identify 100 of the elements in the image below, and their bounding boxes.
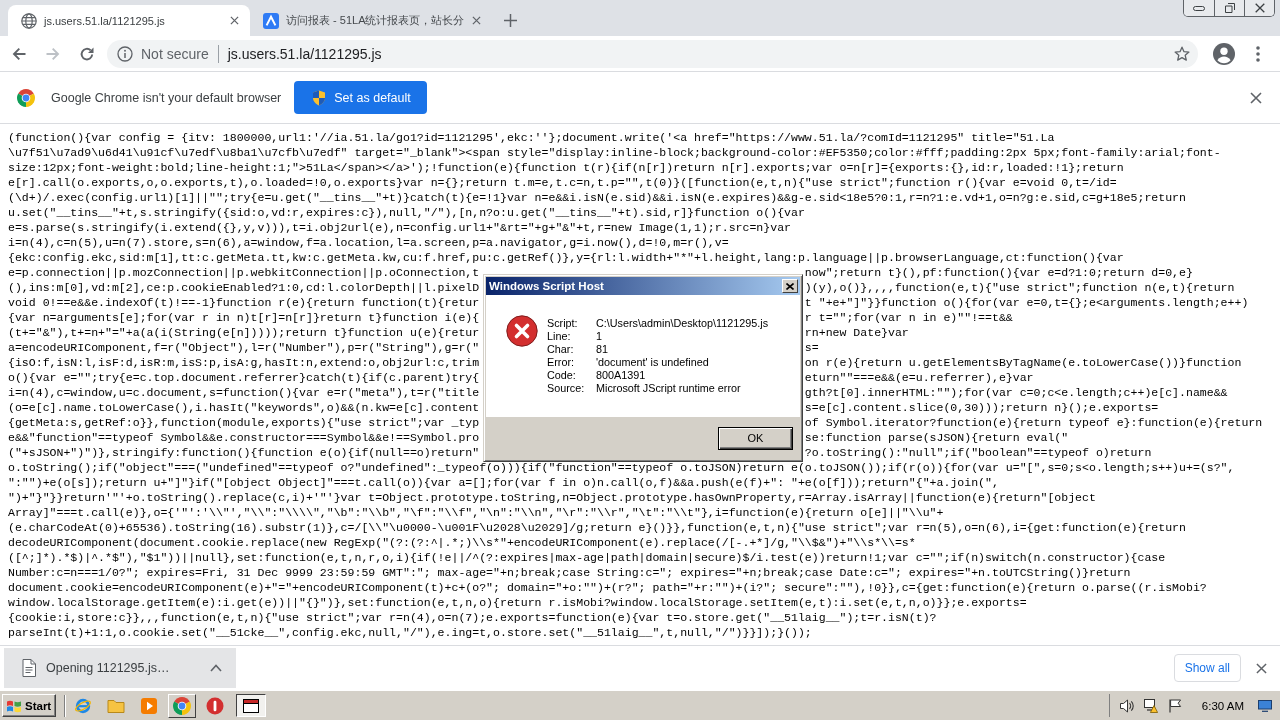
- close-icon: [786, 282, 794, 290]
- field-value: 81: [596, 343, 608, 356]
- monitor-warning-icon[interactable]: [1143, 698, 1158, 713]
- close-icon[interactable]: [230, 16, 239, 25]
- minimize-button[interactable]: [1184, 0, 1214, 16]
- shield-icon: [312, 89, 327, 106]
- window-icon: [243, 698, 260, 713]
- code-line: gth?t[0].innerHTML:"");for(var c=0;c<e.length;c++)e[c].name&&: [804, 385, 1228, 400]
- field-value: C:\Users\admin\Desktop\1121295.js: [596, 317, 769, 330]
- code-line: (t+="&"),t+=n+"="+a(a(i(String(e[n]))));return t}function u(e){retur: [8, 325, 480, 340]
- close-button[interactable]: [1244, 0, 1274, 16]
- field-label: Code:: [547, 369, 576, 382]
- ok-button[interactable]: OK: [718, 426, 793, 450]
- file-icon: [22, 659, 36, 677]
- taskbar-button[interactable]: [236, 694, 267, 717]
- menu-icon[interactable]: [1256, 45, 1260, 62]
- ring-logo-icon: [173, 696, 192, 715]
- code-line: of Symbol.iterator?function(e){return typeof e}:function(e){return: [804, 415, 1263, 430]
- code-line: e[r].call(o.exports,o,o.exports,t),o.loaded=!0,o.exports}var n={};return t.m=e,t.c=n,t.p="",t(0)}([function(e,t,n){"use strict";function r(){var e=void 0,t=/id=: [8, 175, 1117, 190]
- minimize-icon: [1193, 5, 1205, 11]
- close-icon[interactable]: [1256, 662, 1267, 674]
- circle-logo-icon[interactable]: [206, 696, 225, 715]
- code-line: (function(){var config = {itv: 1800000,url1:'//ia.51.la/go1?id=1121295',ekc:''};document.write('<a href="https://www.51.la/?comId=1121295" title="51.La: [8, 130, 1055, 145]
- code-line: {getMeta:s,getRef:o}},function(module,exports){"use strict";var _typ: [8, 415, 480, 430]
- code-line: ")+"}"}}return'"'+o.toString().replace(c,i)+'"'}var t=Object.prototype.toString,n=Object.prototype.hasOwnProperty,r=Array.isArray||function(e){return"[object: [8, 490, 1096, 505]
- field-value: 1: [596, 330, 602, 343]
- close-icon[interactable]: [472, 16, 481, 25]
- code-line: r t="";for(var n in e)""!==t&&: [804, 310, 1013, 325]
- code-line: \u7f51\u7ad9\u6d41\u91cf\u7edf\u8ba1\u7cfb\u7edf" target="_blank"><span style="display:inline-block;background-color:#EF5350;color:#fff;padding:2px 5px;font-family:arial;font-: [8, 145, 1221, 160]
- code-line: a=encodeURIComponent,f=r("Object"),l=r("Number"),p=r("String"),g=r(": [8, 340, 480, 355]
- pennant-icon[interactable]: [1167, 698, 1182, 713]
- download-item[interactable]: Opening 1121295.js…: [4, 648, 236, 688]
- clock: 6:30 AM: [1201, 699, 1244, 712]
- code-line: {cookie:i,store:c}},,,function(e,t,n){"use strict";var r=n(4),o=n(7);e.exports=function(e){var t=o.store.get("__51laig__");t=r.isN(t)?: [8, 610, 937, 625]
- code-line: {ekc:config.ekc,sid:m[1],tt:c.getMeta.tt,kw:c.getMeta.kw,cu:f.href,pu:c.getRef()},y={rl:l.width+"*"+l.height,lang:p.language||p.browserLanguage,ct:function(){var: [8, 250, 1124, 265]
- infobar-message: Google Chrome isn't your default browser: [51, 90, 282, 105]
- field-value: Microsoft JScript runtime error: [596, 382, 741, 395]
- code-line: eturn""===e&&(e=u.referrer),e}var: [804, 370, 1034, 385]
- code-line: parseInt(t)+1:1,o.cookie.set("__51cke__",config.ekc,null,"/"),e.ing=t,o.store.set("__51laig__",t,null,"/")}}]);}());: [8, 625, 812, 640]
- code-line: u.set("__tins__"+t,s.stringify({sid:o,vd:r,expires:c}),null,"/"),[n,n?o:u.get("__tins__"+t).sid,r]}function o(){var: [8, 205, 805, 220]
- arrow-right-icon: [45, 45, 61, 62]
- close-icon[interactable]: [1250, 91, 1262, 104]
- code-line: e&&"function"==typeof Symbol&&e.constructor===Symbol&&e!==Symbol.pro: [8, 430, 480, 445]
- field-label: Source:: [547, 382, 585, 395]
- profile-icon[interactable]: [1212, 41, 1236, 66]
- code-line: rn+new Date}var: [804, 325, 909, 340]
- set-default-button[interactable]: Set as default: [294, 81, 427, 114]
- desktop-icon[interactable]: [1258, 699, 1272, 712]
- url-text: js.users.51.la/1121295.js: [227, 45, 382, 62]
- code-line: (\d+)/.exec(config.url1)[1]||"";try{e=u.get("__tins__"+t)}catch(t){e=!1}var n=e&&i.isN(e.sid)&&i.isN(e.expires)&&g-e.sid<18e5?0:1,r=n?1:e.vd+1,o=n?g:e.sid,c=g+18e5;return: [8, 190, 1186, 205]
- code-line: (o=e[c].name.toLowerCase(),i.hasIt("keywords",o)&&(n.kw=e[c].content: [8, 400, 480, 415]
- field-label: Script:: [547, 317, 578, 330]
- speaker-icon[interactable]: [1119, 698, 1134, 713]
- dialog-title: Windows Script Host: [489, 280, 604, 292]
- reload-icon: [79, 45, 95, 62]
- code-line: (),ins:m[0],vd:m[2],ce:p.cookieEnabled?1:0,cd:l.colorDepth||l.pixelD: [8, 280, 480, 295]
- close-icon: [1254, 3, 1265, 13]
- field-value: 'document' is undefined: [596, 356, 709, 369]
- start-button[interactable]: Start: [2, 694, 57, 717]
- code-line: size:12px;font-weight:bold;line-height:1;">51La</span></a>');!function(e){function t(r){if(n[r])return n[r].exports;var o=n[r]={exports:{},id:r,loaded:!1};return: [8, 160, 1124, 175]
- triangle-logo-icon: [263, 12, 279, 29]
- code-line: o.toString();if("object"===("undefined"==typeof o?"undefined":_typeof(o))){if("function"==typeof o.toJSON)return e(o.toJSON());if(r(o)){for(var u="[",s=0;s<o.length;s++)u+=(s?",: [8, 460, 1235, 475]
- code-line: i=n(4),c=window,u=c.document,s=function(){var e=r("meta"),t=r("title: [8, 385, 480, 400]
- security-label: Not secure: [141, 45, 209, 62]
- plus-icon[interactable]: [504, 13, 517, 27]
- code-line: )(y),o()},,,,function(e,t){"use strict";function n(e,t){return: [804, 280, 1235, 295]
- code-line: void 0!==e&&e.indexOf(t)!==-1}function r(e){return function(t){retur: [8, 295, 480, 310]
- star-icon[interactable]: [1174, 45, 1190, 62]
- show-all-button[interactable]: Show all: [1173, 654, 1241, 682]
- code-line: window.localStorage.getItem(e):i.get(e))||"{}")},set:function(e,t,n,o){return r.isMobi?window.localStorage.setItem(e,t):i.set(e,t,n,o)}};e.exports=: [8, 595, 1027, 610]
- field-label: Line:: [547, 330, 571, 343]
- code-line: ":"")+e(o[s]);return u+"]"}if("[object Object]"===t.call(o)){var a=[];for(var f in o)n.call(o,f)&&a.push(e(f)+": "+e(o[f]));return"{"+a.join(",: [8, 475, 999, 490]
- error-icon: [506, 315, 538, 347]
- code-line: decodeURIComponent(document.cookie.replace(new RegExp("(?:(?:^|.*;)\\s*"+encodeURIComponent(e).replace(/[-.+*]/g,"\\$&")+"\\s*\\=s*: [8, 535, 916, 550]
- address-bar[interactable]: Not secure js.users.51.la/1121295.js: [107, 39, 1198, 68]
- browser-tab[interactable]: js.users.51.la/1121295.js: [8, 5, 250, 36]
- info-icon[interactable]: [117, 45, 133, 62]
- code-line: now";return t}(),pf:function(){var e=d?1:0;return d=0,e}: [804, 265, 1193, 280]
- code-line: t "+e+"]"}}function o(){for(var e=0,t={};e<arguments.length;e++): [804, 295, 1249, 310]
- code-line: {var n=arguments[e];for(var r in n)t[r]=n[r]}return t}function i(e){: [8, 310, 480, 325]
- code-line: s=: [804, 340, 819, 355]
- field-label: Error:: [547, 356, 574, 369]
- code-line: e=s.parse(s.stringify(i.extend({},y,v))),t=i.obj2url(e),n=config.url1+"&rt="+g+"&"+t,r=new Image(1,1);r.src=n}var: [8, 220, 791, 235]
- restore-button[interactable]: [1214, 0, 1244, 16]
- restore-icon: [1224, 3, 1235, 13]
- code-line: i=n(4),c=n(5),u=n(7).store,s=n(6),a=window,f=a.location,l=a.screen,p=a.navigator,g=i.now(),d=!0,m=r(),v=: [8, 235, 729, 250]
- code-line: ("+sJSON+")")},stringify:function(){function e(o){if(null==o)return": [8, 445, 480, 460]
- code-line: s=e[c].content.slice(0,30)));return n}();e.exports=: [804, 400, 1159, 415]
- code-line: Number:c=n===1/0?"; expires=Fri, 31 Dec 9999 23:59:59 GMT":"; max-age="+n;break;case String:c="; expires="+n;break;case Date:c="; expires="+n.toUTCString()}return: [8, 565, 1131, 580]
- play-icon[interactable]: [140, 696, 159, 715]
- code-line: Array]"===t.call(e)},o={'"':'\\"',"\\":"\\\\","\b":"\\b","\f":"\\f","\n":"\\n","\r":"\\r","\t":"\\t"},i=function(e){return o[e]||"\\u"+: [8, 505, 944, 520]
- chevron-up-icon[interactable]: [210, 664, 222, 672]
- code-line: e=p.connection||p.mozConnection||p.webkitConnection||p.oConnection,t: [8, 265, 480, 280]
- code-line: ([^;]*).*$)|^.*$"),"$1"))||null},set:function(e,t,n,r,o,i){if(!e||/^(?:expires|max-age|path|domain|secure)$/i.test(e))return!1;var c="";if(n)switch(n.constructor){case: [8, 550, 1166, 565]
- ring-logo-icon: [17, 88, 35, 107]
- code-line: document.cookie=encodeURIComponent(e)+"="+encodeURIComponent(t)+c+(o?"; domain="+o:"")+(r?"; path="+r:"")+(i?"; secure":""),!0}},c={get:function(e){return o.parse((r.isMobi?: [8, 580, 1207, 595]
- code-line: se:function parse(sJSON){return eval(": [804, 430, 1069, 445]
- browser-tab[interactable]: 访问报表 - 51LA统计报表页，站长分: [250, 5, 492, 36]
- flag-icon: [6, 698, 22, 713]
- field-value: 800A1391: [596, 369, 646, 382]
